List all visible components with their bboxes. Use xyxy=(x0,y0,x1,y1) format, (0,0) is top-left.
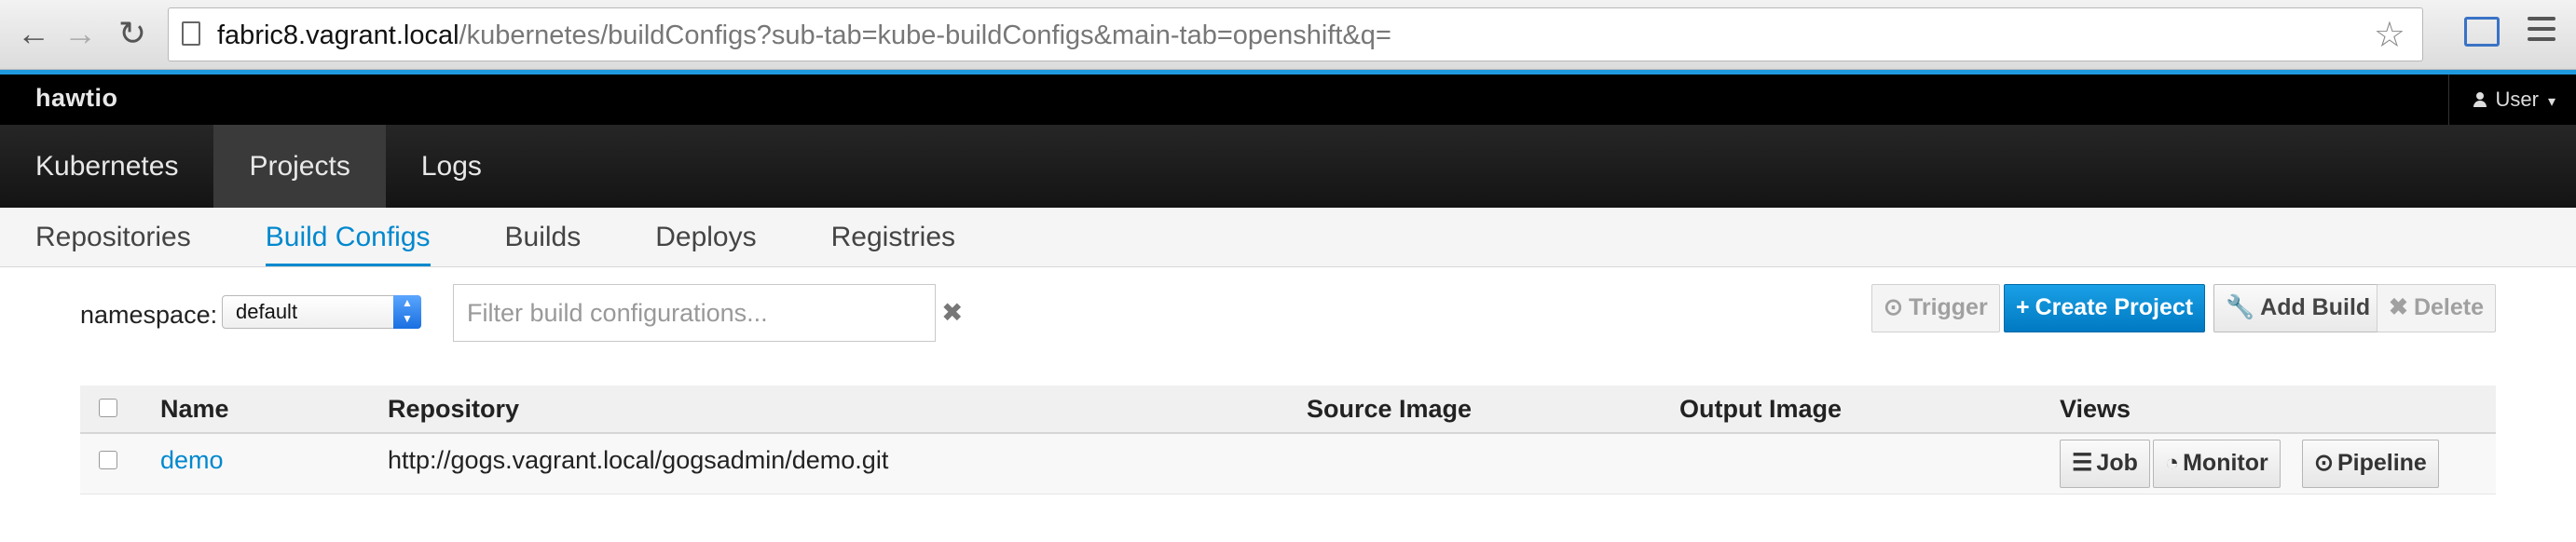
url-path: /kubernetes/buildConfigs?sub-tab=kube-bu… xyxy=(459,20,1391,50)
hawtio-logo[interactable]: hawtio xyxy=(35,84,118,113)
tab-logs[interactable]: Logs xyxy=(386,125,517,208)
user-label: User xyxy=(2495,88,2539,111)
namespace-select[interactable]: default ▲ ▼ xyxy=(222,295,421,329)
clear-filter-icon[interactable]: ✖ xyxy=(941,297,963,328)
table-row: demo http://gogs.vagrant.local/gogsadmin… xyxy=(80,434,2496,495)
address-bar[interactable]: fabric8.vagrant.local/kubernetes/buildCo… xyxy=(168,7,2423,61)
table-header-row: Name Repository Source Image Output Imag… xyxy=(80,386,2496,434)
cast-icon[interactable] xyxy=(2464,17,2500,47)
column-header-output-image[interactable]: Output Image xyxy=(1679,386,1842,432)
repository-url: http://gogs.vagrant.local/gogsadmin/demo… xyxy=(388,446,889,474)
column-header-source-image[interactable]: Source Image xyxy=(1307,386,1472,432)
delete-button[interactable]: ✖ Delete xyxy=(2377,284,2496,332)
sub-tab-registries[interactable]: Registries xyxy=(831,208,955,266)
tab-projects[interactable]: Projects xyxy=(213,125,386,208)
select-arrows-icon: ▲ ▼ xyxy=(393,295,421,329)
row-checkbox[interactable] xyxy=(99,451,117,469)
trigger-label: Trigger xyxy=(1908,294,1988,320)
monitor-label: Monitor xyxy=(2183,450,2268,476)
wrench-icon: 🔧 xyxy=(2226,294,2255,320)
forward-icon[interactable]: → xyxy=(60,13,101,54)
user-icon xyxy=(2473,92,2487,107)
list-icon: ☰ xyxy=(2072,450,2093,476)
job-label: Job xyxy=(2096,450,2138,476)
add-build-label: Add Build xyxy=(2260,294,2371,320)
tab-kubernetes[interactable]: Kubernetes xyxy=(0,125,213,208)
play-circle-icon: ⊙ xyxy=(1884,294,1903,320)
pipeline-label: Pipeline xyxy=(2336,450,2427,476)
monitor-button[interactable]: ◔ Monitor xyxy=(2153,440,2281,488)
close-icon: ✖ xyxy=(2389,294,2408,320)
main-nav: Kubernetes Projects Logs xyxy=(0,125,2576,208)
app-header: hawtio User ▾ xyxy=(0,75,2576,125)
sub-tab-builds[interactable]: Builds xyxy=(505,208,582,266)
plus-icon: + xyxy=(2016,294,2030,320)
back-icon[interactable]: ← xyxy=(13,13,54,54)
reload-icon[interactable]: ↻ xyxy=(112,13,153,54)
user-menu[interactable]: User ▾ xyxy=(2447,75,2576,125)
add-build-button[interactable]: 🔧 Add Build xyxy=(2213,284,2383,332)
bookmark-star-icon[interactable]: ☆ xyxy=(2374,8,2405,62)
create-project-button[interactable]: + Create Project xyxy=(2004,284,2206,332)
browser-toolbar: ← → ↻ fabric8.vagrant.local/kubernetes/b… xyxy=(0,0,2576,70)
url-host: fabric8.vagrant.local xyxy=(217,20,459,50)
create-project-label: Create Project xyxy=(2035,294,2194,320)
select-all-checkbox[interactable] xyxy=(99,399,117,417)
browser-menu-icon[interactable] xyxy=(2528,17,2555,47)
build-config-name-link[interactable]: demo xyxy=(160,434,224,486)
trigger-button[interactable]: ⊙ Trigger xyxy=(1871,284,2000,332)
column-header-repository[interactable]: Repository xyxy=(388,386,519,432)
toolbar: namespace: default ▲▼ ✖ ⊙Trigger +Create… xyxy=(0,267,2576,383)
chevron-down-icon: ▾ xyxy=(2547,94,2555,110)
build-configs-table: Name Repository Source Image Output Imag… xyxy=(80,386,2496,495)
column-header-views: Views xyxy=(2060,395,2131,423)
filter-input[interactable] xyxy=(453,284,936,342)
dashboard-icon: ◔ xyxy=(2165,450,2180,476)
job-button[interactable]: ☰ Job xyxy=(2060,440,2150,488)
delete-label: Delete xyxy=(2413,294,2484,320)
sub-tab-build-configs[interactable]: Build Configs xyxy=(265,208,431,266)
column-header-name[interactable]: Name xyxy=(160,386,229,432)
namespace-value: default xyxy=(236,300,298,323)
sub-nav: Repositories Build Configs Builds Deploy… xyxy=(0,208,2576,267)
play-circle-icon: ⊙ xyxy=(2314,450,2334,476)
sub-tab-repositories[interactable]: Repositories xyxy=(35,208,191,266)
pipeline-button[interactable]: ⊙ Pipeline xyxy=(2302,440,2439,488)
sub-tab-deploys[interactable]: Deploys xyxy=(655,208,756,266)
page-icon xyxy=(182,21,200,46)
namespace-label: namespace: xyxy=(80,301,218,329)
